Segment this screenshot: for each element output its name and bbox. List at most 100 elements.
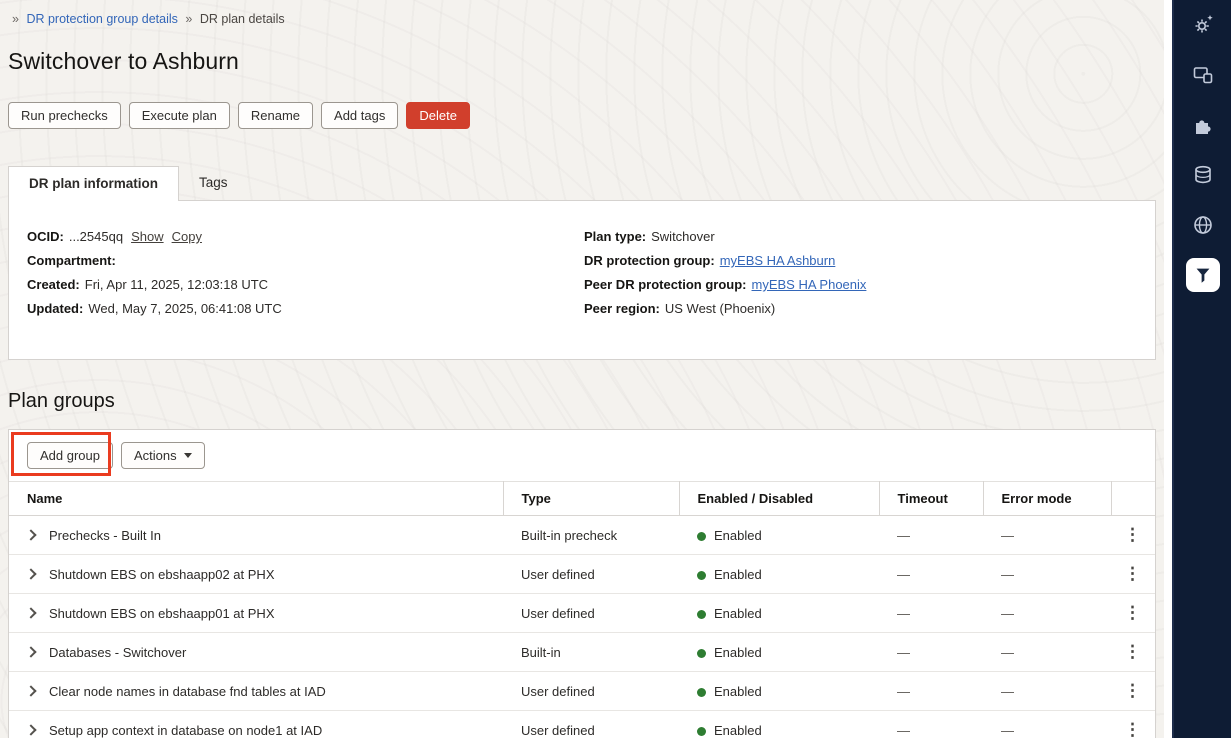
actions-label: Actions — [134, 448, 177, 463]
timeout-value: — — [879, 593, 983, 633]
ocid-show-link[interactable]: Show — [131, 229, 164, 244]
status-dot — [697, 687, 706, 697]
timeout-value: — — [879, 632, 983, 672]
row-actions-kebab-icon[interactable]: ⋮ — [1111, 554, 1155, 594]
database-button[interactable] — [1186, 158, 1220, 192]
plan-group-name: Prechecks - Built In — [49, 527, 161, 543]
tab-tags[interactable]: Tags — [179, 166, 248, 200]
field-label: Compartment: — [27, 253, 116, 268]
column-header-enabled-disabled: Enabled / Disabled — [678, 481, 879, 516]
delete-button[interactable]: Delete — [406, 102, 470, 129]
dr-plan-information-panel: OCID: ...2545qq Show Copy Compartment: Crea… — [8, 200, 1156, 360]
plan-group-name: Setup app context in database on node1 a… — [49, 722, 323, 738]
dr-protection-group-field: DR protection group: myEBS HA Ashburn — [584, 249, 1137, 273]
status-label: Enabled — [714, 527, 762, 543]
tab-dr-plan-information[interactable]: DR plan information — [8, 166, 179, 201]
tab-bar: DR plan information Tags — [8, 165, 1156, 201]
plan-type-field: Plan type: Switchover — [584, 225, 1137, 249]
column-header-name: Name — [9, 481, 503, 516]
status-label: Enabled — [714, 644, 762, 660]
status-dot — [697, 648, 706, 658]
peer-dr-protection-group-field: Peer DR protection group: myEBS HA Phoeni… — [584, 273, 1137, 297]
status-dot — [697, 609, 706, 619]
breadcrumb-current: DR plan details — [199, 12, 285, 26]
expand-chevron-icon[interactable] — [25, 607, 37, 619]
plan-groups-title: Plan groups — [8, 390, 115, 412]
compartment-field: Compartment: — [27, 249, 584, 273]
plan-group-type: User defined — [503, 671, 679, 711]
error-mode-value: — — [983, 671, 1111, 711]
rename-button[interactable]: Rename — [237, 102, 314, 129]
error-mode-value: — — [983, 593, 1111, 633]
row-actions-kebab-icon[interactable]: ⋮ — [1111, 593, 1155, 633]
row-actions-kebab-icon[interactable]: ⋮ — [1111, 515, 1155, 555]
error-mode-value: — — [983, 632, 1111, 672]
row-actions-kebab-icon[interactable]: ⋮ — [1111, 710, 1155, 738]
expand-chevron-icon[interactable] — [25, 568, 37, 580]
ocid-field: OCID: ...2545qq Show Copy — [27, 225, 584, 249]
timeout-value: — — [879, 671, 983, 711]
main-content: » DR protection group details » DR plan … — [0, 0, 1164, 738]
actions-menu-button[interactable]: Actions — [121, 442, 205, 469]
breadcrumb-separator: » — [185, 12, 193, 26]
dr-protection-group-link[interactable]: myEBS HA Ashburn — [720, 253, 836, 268]
details-right-column: Plan type: Switchover DR protection group… — [584, 225, 1137, 321]
expand-chevron-icon[interactable] — [25, 529, 37, 541]
peer-dr-protection-group-link[interactable]: myEBS HA Phoenix — [752, 277, 867, 292]
column-header-error-mode: Error mode — [982, 481, 1111, 516]
field-label: Updated: — [27, 301, 84, 316]
breadcrumb-separator: » — [12, 12, 19, 26]
breadcrumb-link-dr-protection-group-details[interactable]: DR protection group details — [26, 12, 177, 26]
row-actions-kebab-icon[interactable]: ⋮ — [1111, 671, 1155, 711]
table-row: Clear node names in database fnd tables … — [9, 671, 1155, 711]
expand-chevron-icon[interactable] — [25, 724, 37, 736]
plan-groups-card: Add group Actions Name Type Enabled / Di… — [8, 429, 1156, 738]
globe-button[interactable] — [1186, 208, 1220, 242]
created-field: Created: Fri, Apr 11, 2025, 12:03:18 UTC — [27, 273, 584, 297]
ocid-copy-link[interactable]: Copy — [172, 229, 202, 244]
column-header-timeout: Timeout — [878, 481, 983, 516]
devices-button[interactable] — [1186, 58, 1220, 92]
plan-groups-toolbar: Add group Actions — [9, 430, 1155, 481]
table-row: Prechecks - Built In Built-in precheck E… — [9, 515, 1155, 555]
scrollbar[interactable] — [1164, 0, 1172, 738]
plan-group-type: User defined — [503, 554, 679, 594]
execute-plan-button[interactable]: Execute plan — [128, 102, 230, 129]
active-tool-button[interactable] — [1185, 258, 1220, 292]
caret-down-icon — [183, 453, 192, 458]
timeout-value: — — [879, 710, 983, 738]
status-dot — [697, 570, 706, 580]
status-label: Enabled — [714, 722, 762, 738]
expand-chevron-icon[interactable] — [25, 685, 37, 697]
row-actions-kebab-icon[interactable]: ⋮ — [1111, 632, 1155, 672]
add-tags-button[interactable]: Add tags — [321, 102, 399, 129]
devices-icon — [1193, 67, 1212, 84]
updated-value: Wed, May 7, 2025, 06:41:08 UTC — [88, 301, 282, 316]
plan-groups-table: Name Type Enabled / Disabled Timeout Err… — [9, 481, 1155, 738]
globe-icon — [1193, 216, 1212, 234]
run-prechecks-button[interactable]: Run prechecks — [8, 102, 121, 129]
status-dot — [697, 531, 706, 541]
table-row: Shutdown EBS on ebshaapp02 at PHX User d… — [9, 554, 1155, 594]
peer-region-field: Peer region: US West (Phoenix) — [584, 297, 1137, 321]
table-row: Databases - Switchover Built-in Enabled … — [9, 632, 1155, 672]
page-title: Switchover to Ashburn — [8, 48, 239, 74]
details-left-column: OCID: ...2545qq Show Copy Compartment: Crea… — [27, 225, 584, 321]
field-label: Created: — [27, 277, 80, 292]
extensions-button[interactable] — [1186, 108, 1220, 142]
database-icon — [1194, 165, 1211, 184]
peer-region-value: US West (Phoenix) — [664, 301, 776, 316]
plan-group-name: Clear node names in database fnd tables … — [49, 683, 326, 699]
add-group-button[interactable]: Add group — [27, 442, 113, 469]
timeout-value: — — [879, 515, 983, 555]
plan-group-type: User defined — [503, 593, 679, 633]
timeout-value: — — [879, 554, 983, 594]
error-mode-value: — — [983, 515, 1111, 555]
ocid-value: ...2545qq — [68, 229, 124, 244]
gear-sparkle-button[interactable] — [1186, 8, 1220, 42]
expand-chevron-icon[interactable] — [25, 646, 37, 658]
column-header-type: Type — [502, 481, 679, 516]
plan-group-name: Shutdown EBS on ebshaapp01 at PHX — [49, 605, 275, 621]
field-label: DR protection group: — [584, 253, 715, 268]
field-label: Plan type: — [584, 229, 647, 244]
